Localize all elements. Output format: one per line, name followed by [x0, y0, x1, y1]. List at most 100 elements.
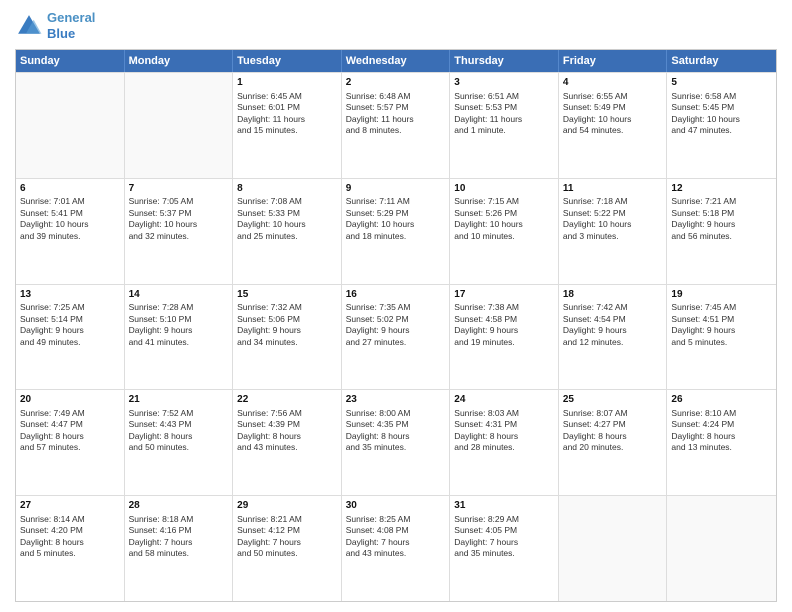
day-cell-25: 25Sunrise: 8:07 AMSunset: 4:27 PMDayligh… — [559, 390, 668, 495]
cell-text: Sunset: 5:14 PM — [20, 314, 120, 325]
day-cell-15: 15Sunrise: 7:32 AMSunset: 5:06 PMDayligh… — [233, 285, 342, 390]
cell-text: and 56 minutes. — [671, 231, 772, 242]
cell-text: Sunset: 4:27 PM — [563, 419, 663, 430]
day-cell-23: 23Sunrise: 8:00 AMSunset: 4:35 PMDayligh… — [342, 390, 451, 495]
day-cell-31: 31Sunrise: 8:29 AMSunset: 4:05 PMDayligh… — [450, 496, 559, 601]
cell-text: Sunset: 5:33 PM — [237, 208, 337, 219]
cell-text: Sunset: 4:31 PM — [454, 419, 554, 430]
cell-text: Sunrise: 8:03 AM — [454, 408, 554, 419]
page: General Blue SundayMondayTuesdayWednesda… — [0, 0, 792, 612]
day-number: 2 — [346, 76, 446, 90]
day-number: 15 — [237, 288, 337, 302]
cell-text: Daylight: 11 hours — [237, 114, 337, 125]
day-cell-18: 18Sunrise: 7:42 AMSunset: 4:54 PMDayligh… — [559, 285, 668, 390]
cell-text: Sunset: 5:29 PM — [346, 208, 446, 219]
cell-text: Sunset: 4:43 PM — [129, 419, 229, 430]
cell-text: and 41 minutes. — [129, 337, 229, 348]
cell-text: Daylight: 8 hours — [20, 537, 120, 548]
cell-text: Sunrise: 7:38 AM — [454, 302, 554, 313]
cell-text: Sunrise: 8:29 AM — [454, 514, 554, 525]
cell-text: Daylight: 10 hours — [671, 114, 772, 125]
weekday-header-tuesday: Tuesday — [233, 50, 342, 72]
cell-text: Sunset: 4:39 PM — [237, 419, 337, 430]
cell-text: and 25 minutes. — [237, 231, 337, 242]
cell-text: Daylight: 10 hours — [129, 219, 229, 230]
cell-text: and 43 minutes. — [237, 442, 337, 453]
cell-text: Sunrise: 7:11 AM — [346, 196, 446, 207]
cell-text: Sunrise: 7:18 AM — [563, 196, 663, 207]
cell-text: Daylight: 9 hours — [671, 219, 772, 230]
cell-text: Daylight: 10 hours — [346, 219, 446, 230]
cell-text: Sunset: 6:01 PM — [237, 102, 337, 113]
cell-text: and 19 minutes. — [454, 337, 554, 348]
cell-text: Sunset: 4:47 PM — [20, 419, 120, 430]
cell-text: and 5 minutes. — [20, 548, 120, 559]
cell-text: Sunset: 5:06 PM — [237, 314, 337, 325]
cell-text: Daylight: 11 hours — [454, 114, 554, 125]
day-number: 4 — [563, 76, 663, 90]
cell-text: and 39 minutes. — [20, 231, 120, 242]
cell-text: Sunset: 4:08 PM — [346, 525, 446, 536]
day-number: 8 — [237, 182, 337, 196]
cell-text: Sunset: 4:05 PM — [454, 525, 554, 536]
day-number: 16 — [346, 288, 446, 302]
cell-text: Sunset: 5:02 PM — [346, 314, 446, 325]
logo-text: General Blue — [47, 10, 95, 41]
empty-cell — [667, 496, 776, 601]
cell-text: Daylight: 9 hours — [346, 325, 446, 336]
day-number: 18 — [563, 288, 663, 302]
cell-text: Sunset: 5:37 PM — [129, 208, 229, 219]
cell-text: Daylight: 9 hours — [671, 325, 772, 336]
cell-text: Sunset: 5:53 PM — [454, 102, 554, 113]
cell-text: Daylight: 8 hours — [346, 431, 446, 442]
calendar-row-3: 20Sunrise: 7:49 AMSunset: 4:47 PMDayligh… — [16, 389, 776, 495]
cell-text: Sunrise: 8:21 AM — [237, 514, 337, 525]
logo: General Blue — [15, 10, 95, 41]
cell-text: Sunrise: 8:14 AM — [20, 514, 120, 525]
cell-text: Sunrise: 6:51 AM — [454, 91, 554, 102]
cell-text: Sunset: 4:12 PM — [237, 525, 337, 536]
day-cell-30: 30Sunrise: 8:25 AMSunset: 4:08 PMDayligh… — [342, 496, 451, 601]
day-number: 21 — [129, 393, 229, 407]
day-number: 11 — [563, 182, 663, 196]
empty-cell — [559, 496, 668, 601]
day-cell-28: 28Sunrise: 8:18 AMSunset: 4:16 PMDayligh… — [125, 496, 234, 601]
cell-text: Daylight: 7 hours — [346, 537, 446, 548]
cell-text: Daylight: 9 hours — [237, 325, 337, 336]
cell-text: and 28 minutes. — [454, 442, 554, 453]
cell-text: Sunset: 4:16 PM — [129, 525, 229, 536]
day-number: 1 — [237, 76, 337, 90]
cell-text: Sunrise: 7:25 AM — [20, 302, 120, 313]
cell-text: and 3 minutes. — [563, 231, 663, 242]
cell-text: and 1 minute. — [454, 125, 554, 136]
cell-text: Sunrise: 7:05 AM — [129, 196, 229, 207]
empty-cell — [16, 73, 125, 178]
cell-text: and 35 minutes. — [454, 548, 554, 559]
cell-text: and 27 minutes. — [346, 337, 446, 348]
cell-text: Sunset: 4:51 PM — [671, 314, 772, 325]
cell-text: and 12 minutes. — [563, 337, 663, 348]
day-number: 5 — [671, 76, 772, 90]
weekday-header-thursday: Thursday — [450, 50, 559, 72]
day-cell-14: 14Sunrise: 7:28 AMSunset: 5:10 PMDayligh… — [125, 285, 234, 390]
day-cell-19: 19Sunrise: 7:45 AMSunset: 4:51 PMDayligh… — [667, 285, 776, 390]
cell-text: Daylight: 8 hours — [563, 431, 663, 442]
cell-text: Sunrise: 6:58 AM — [671, 91, 772, 102]
cell-text: Daylight: 10 hours — [563, 114, 663, 125]
cell-text: and 8 minutes. — [346, 125, 446, 136]
calendar-row-0: 1Sunrise: 6:45 AMSunset: 6:01 PMDaylight… — [16, 72, 776, 178]
cell-text: and 15 minutes. — [237, 125, 337, 136]
cell-text: Daylight: 8 hours — [671, 431, 772, 442]
day-cell-2: 2Sunrise: 6:48 AMSunset: 5:57 PMDaylight… — [342, 73, 451, 178]
cell-text: Daylight: 9 hours — [129, 325, 229, 336]
cell-text: Sunrise: 7:45 AM — [671, 302, 772, 313]
cell-text: Daylight: 10 hours — [563, 219, 663, 230]
cell-text: Sunrise: 8:07 AM — [563, 408, 663, 419]
cell-text: Sunrise: 8:00 AM — [346, 408, 446, 419]
cell-text: and 57 minutes. — [20, 442, 120, 453]
cell-text: Daylight: 10 hours — [454, 219, 554, 230]
day-number: 30 — [346, 499, 446, 513]
cell-text: Daylight: 7 hours — [454, 537, 554, 548]
day-number: 17 — [454, 288, 554, 302]
cell-text: Sunset: 5:22 PM — [563, 208, 663, 219]
